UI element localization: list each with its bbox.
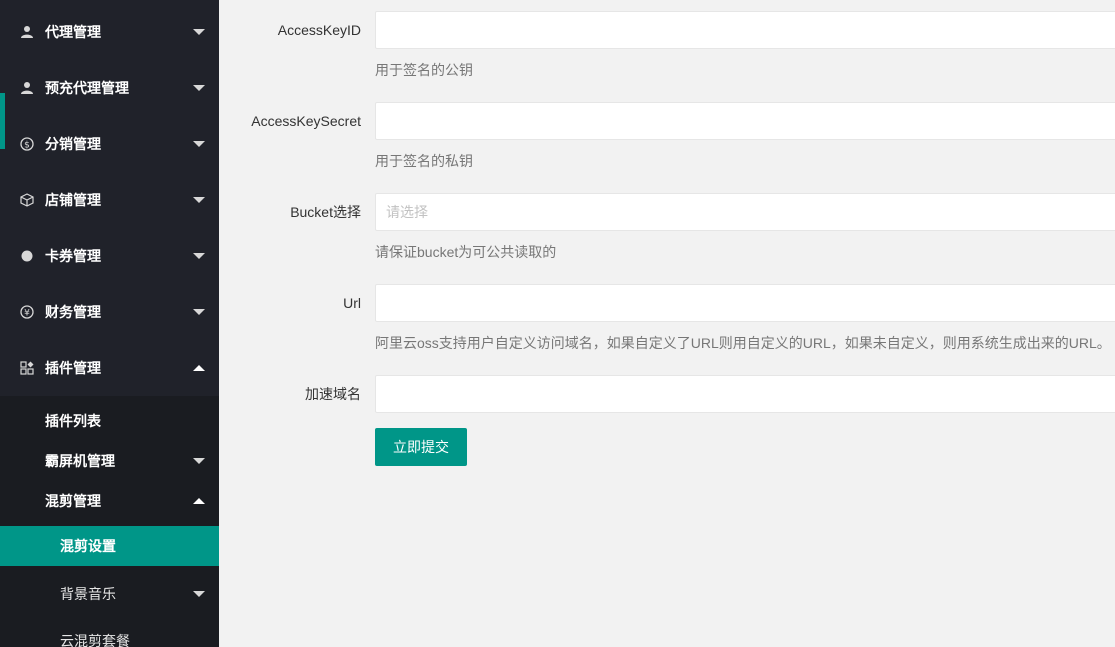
submenu-item-mix-cut-settings[interactable]: 混剪设置 xyxy=(0,526,219,566)
dollar-circle-icon: $ xyxy=(20,137,34,151)
sidebar-item-coupon[interactable]: 卡券管理 xyxy=(0,228,219,284)
access-key-secret-label: AccessKeySecret xyxy=(251,113,361,129)
sidebar-item-label: 预充代理管理 xyxy=(45,80,129,96)
chevron-down-icon xyxy=(193,29,205,35)
submenu-item-label: 插件列表 xyxy=(45,413,101,429)
chevron-down-icon xyxy=(193,141,205,147)
access-key-id-input[interactable] xyxy=(375,11,1115,49)
access-key-secret-help: 用于签名的私钥 xyxy=(375,153,473,169)
url-input[interactable] xyxy=(375,284,1115,322)
chevron-down-icon xyxy=(193,197,205,203)
submenu-item-cloud-package[interactable]: 云混剪套餐 xyxy=(0,621,219,647)
svg-text:$: $ xyxy=(24,141,30,151)
cdn-domain-label: 加速域名 xyxy=(305,386,361,402)
cdn-domain-input[interactable] xyxy=(375,375,1115,413)
submenu-item-plugin-list[interactable]: 插件列表 xyxy=(0,401,219,441)
url-label: Url xyxy=(343,295,361,311)
access-key-id-help: 用于签名的公钥 xyxy=(375,62,473,78)
access-key-id-label: AccessKeyID xyxy=(277,22,361,38)
bucket-select[interactable] xyxy=(375,193,1115,231)
sidebar-item-label: 卡券管理 xyxy=(45,248,101,264)
sidebar-item-label: 代理管理 xyxy=(45,24,101,40)
sidebar-item-label: 财务管理 xyxy=(45,304,101,320)
submenu-item-bg-music[interactable]: 背景音乐 xyxy=(0,574,219,614)
submenu-item-label: 混剪管理 xyxy=(45,493,101,509)
chevron-down-icon xyxy=(193,458,205,464)
sidebar-item-shop[interactable]: 店铺管理 xyxy=(0,172,219,228)
submenu-item-label: 霸屏机管理 xyxy=(45,453,115,469)
chevron-down-icon xyxy=(193,591,205,597)
sidebar-item-plugins[interactable]: 插件管理 xyxy=(0,340,219,396)
submenu-item-label: 混剪设置 xyxy=(60,538,116,554)
submenu-item-screen-machine[interactable]: 霸屏机管理 xyxy=(0,441,219,481)
bucket-label: Bucket选择 xyxy=(290,204,361,220)
chevron-down-icon xyxy=(193,253,205,259)
chevron-down-icon xyxy=(193,85,205,91)
chevron-down-icon xyxy=(193,309,205,315)
sidebar-item-label: 店铺管理 xyxy=(45,192,101,208)
sidebar-item-finance[interactable]: ¥ 财务管理 xyxy=(0,284,219,340)
circle-icon xyxy=(20,249,34,263)
submit-button[interactable]: 立即提交 xyxy=(375,428,467,466)
chevron-up-icon xyxy=(193,365,205,371)
svg-text:¥: ¥ xyxy=(24,309,30,319)
chevron-up-icon xyxy=(193,498,205,504)
url-help: 阿里云oss支持用户自定义访问域名，如果自定义了URL则用自定义的URL，如果未… xyxy=(375,335,1111,351)
sidebar-item-prepaid-agent[interactable]: 预充代理管理 xyxy=(0,60,219,116)
submenu-item-mix-cut[interactable]: 混剪管理 xyxy=(0,481,219,521)
plugin-submenu: 插件列表 霸屏机管理 混剪管理 混剪设置 背景音乐 云混剪套餐 xyxy=(0,396,219,647)
submenu-item-label: 云混剪套餐 xyxy=(60,633,130,647)
user-icon xyxy=(20,25,34,39)
sidebar-item-label: 插件管理 xyxy=(45,360,101,376)
bucket-help: 请保证bucket为可公共读取的 xyxy=(375,244,557,260)
apps-icon xyxy=(20,361,34,375)
sidebar: 代理管理 预充代理管理 $ 分销管理 店铺管理 卡券管理 ¥ 财务管理 插件管理… xyxy=(0,0,219,647)
access-key-secret-input[interactable] xyxy=(375,102,1115,140)
sidebar-item-label: 分销管理 xyxy=(45,136,101,152)
sidebar-item-distribution[interactable]: $ 分销管理 xyxy=(0,116,219,172)
user-icon xyxy=(20,81,34,95)
submenu-item-label: 背景音乐 xyxy=(60,586,116,602)
sidebar-item-agent[interactable]: 代理管理 xyxy=(0,4,219,60)
cube-icon xyxy=(20,193,34,207)
yen-circle-icon: ¥ xyxy=(20,305,34,319)
